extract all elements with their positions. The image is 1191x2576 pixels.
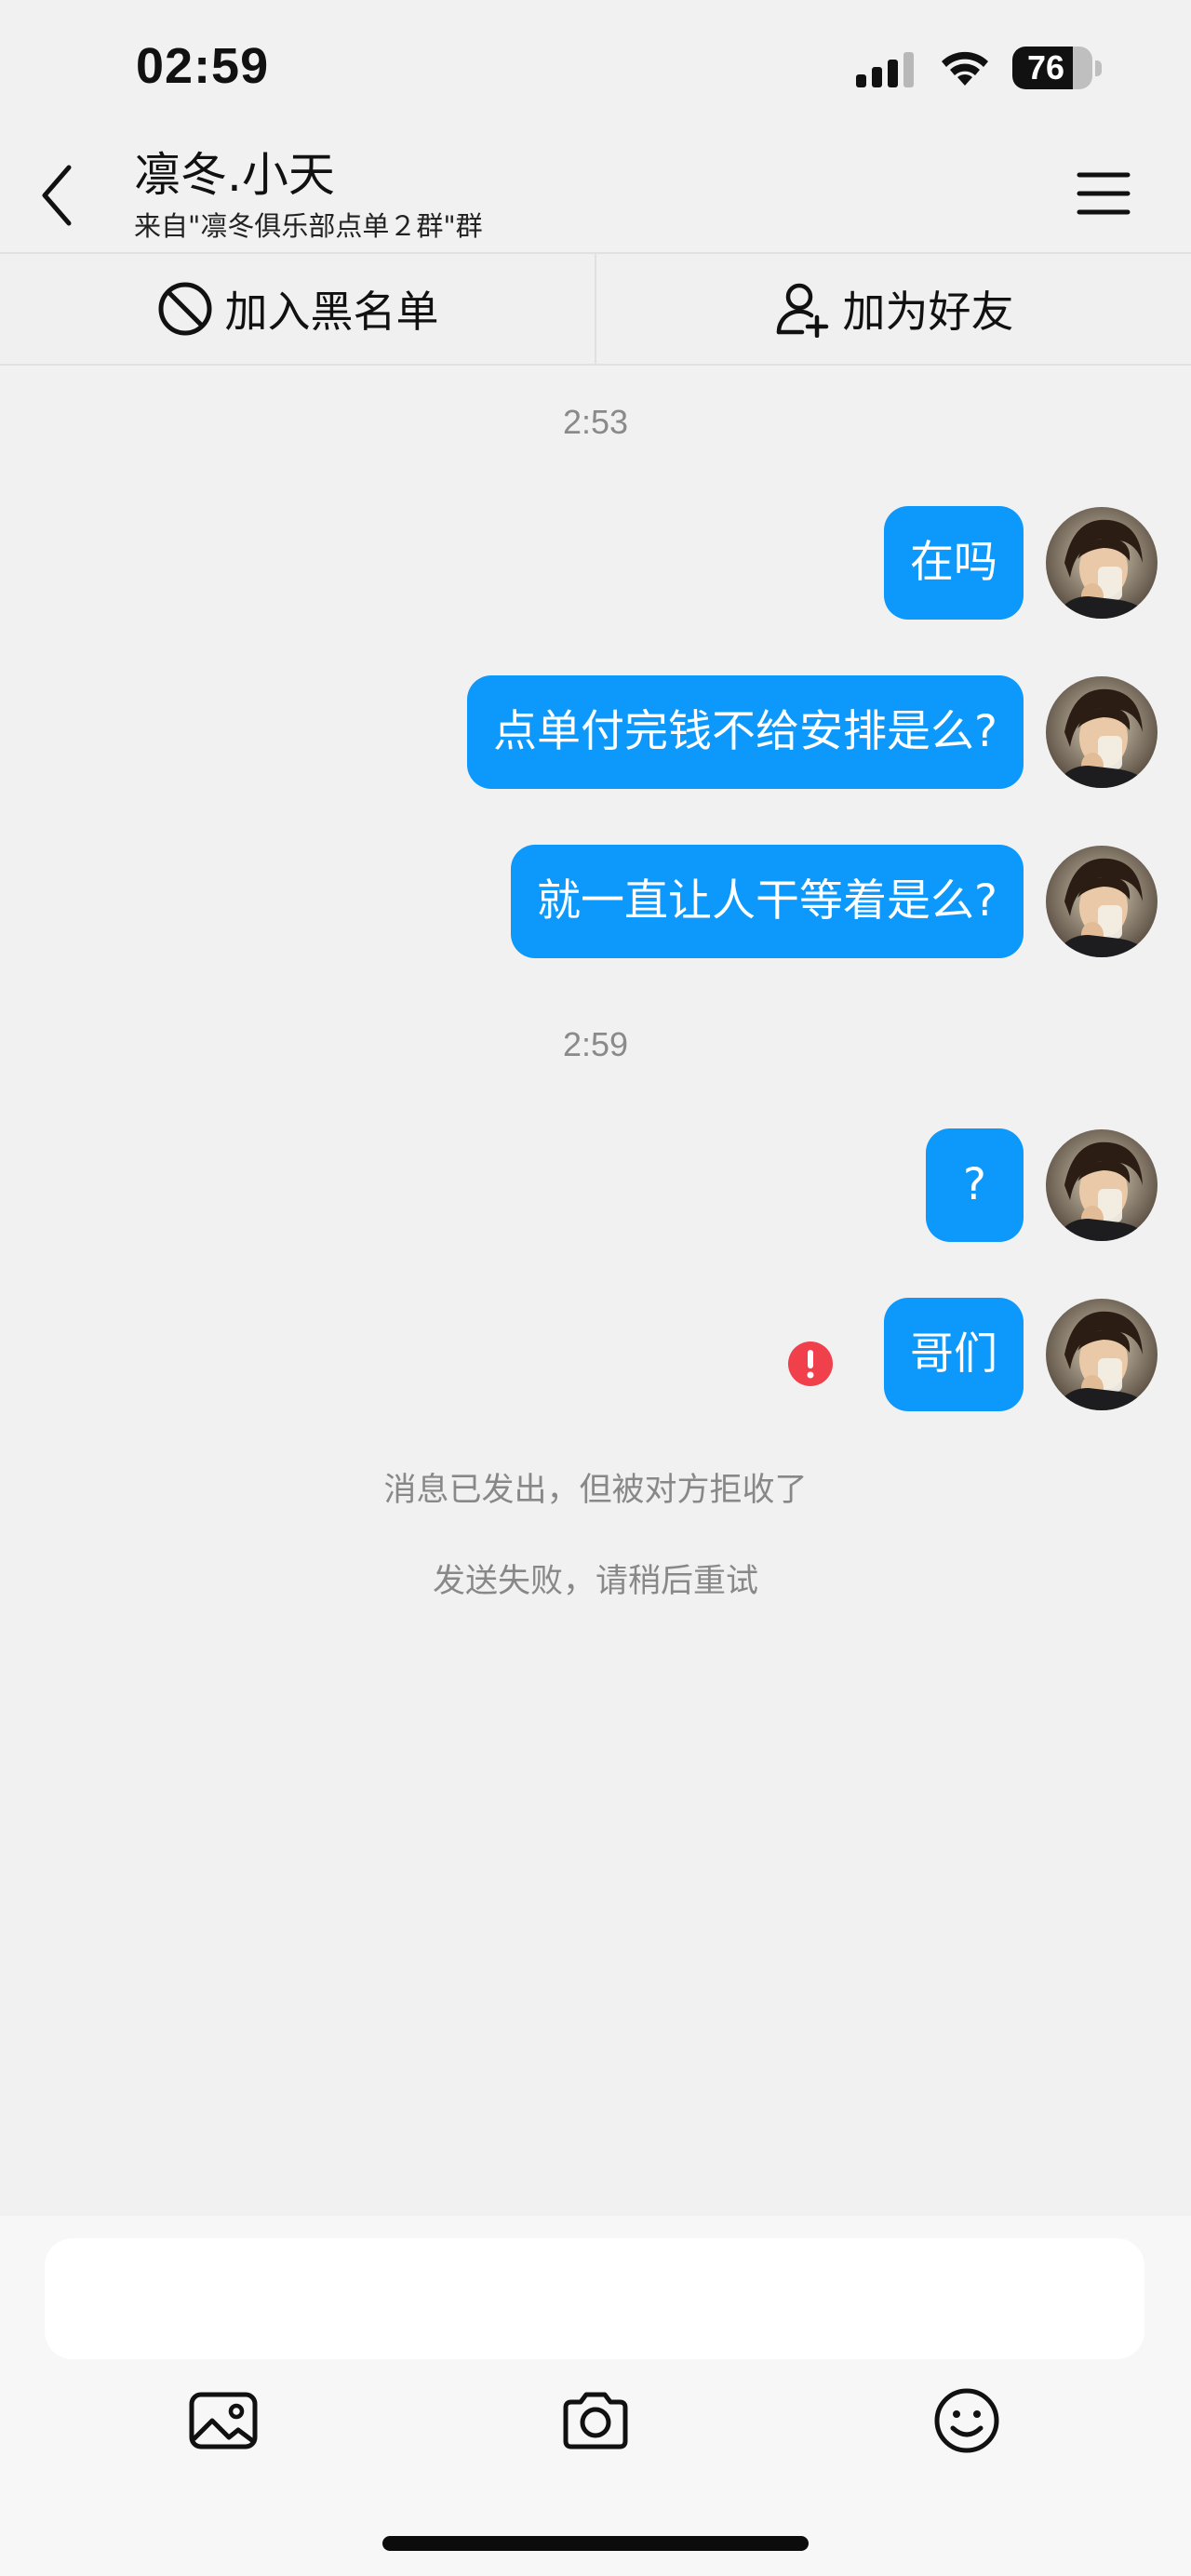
battery-indicator: 76 — [1012, 47, 1102, 91]
status-time: 02:59 — [136, 38, 270, 94]
message-timestamp: 2:59 — [562, 1025, 629, 1063]
battery-level-text: 76 — [1026, 48, 1065, 87]
contact-name[interactable]: 凛冬.小天 — [134, 138, 335, 205]
chat-messages-area[interactable]: 2:53 在吗 点单付完钱不给安排是么? 就一直让人干等着是么? 2:59 ? … — [0, 364, 1191, 2215]
contact-source-group: 来自"凛冬俱乐部点单２群"群 — [134, 210, 483, 242]
composer-area — [0, 2216, 1191, 2576]
user-avatar[interactable] — [1046, 676, 1158, 788]
menu-button[interactable] — [1070, 166, 1135, 221]
user-avatar[interactable] — [1046, 846, 1158, 957]
block-icon — [158, 282, 211, 336]
camera-icon — [563, 2392, 628, 2449]
stranger-action-bar: 加入黑名单 加为好友 — [0, 252, 1191, 366]
add-to-blacklist-label: 加入黑名单 — [224, 287, 439, 337]
message-bubble[interactable]: 就一直让人干等着是么? — [511, 845, 1024, 958]
system-notice-rejected: 消息已发出，但被对方拒收了 — [383, 1472, 808, 1509]
user-avatar[interactable] — [1046, 1299, 1158, 1410]
message-bubble[interactable]: 在吗 — [884, 506, 1024, 620]
emoji-icon — [934, 2388, 999, 2453]
image-icon — [189, 2392, 258, 2449]
status-bar: 02:59 76 — [0, 0, 1191, 140]
send-failed-icon[interactable] — [787, 1341, 834, 1387]
add-friend-button[interactable]: 加为好友 — [596, 254, 1191, 364]
message-row: 在吗 — [884, 506, 1158, 620]
chat-header: 凛冬.小天 来自"凛冬俱乐部点单２群"群 — [0, 121, 1191, 251]
message-bubble[interactable]: ? — [926, 1128, 1024, 1242]
camera-button[interactable] — [558, 2383, 633, 2458]
back-chevron-icon — [42, 165, 72, 226]
message-bubble[interactable]: 哥们 — [884, 1298, 1024, 1411]
add-to-blacklist-button[interactable]: 加入黑名单 — [0, 254, 595, 364]
system-notice-send-failed: 发送失败，请稍后重试 — [432, 1563, 758, 1600]
user-avatar[interactable] — [1046, 507, 1158, 619]
back-button[interactable] — [28, 158, 93, 233]
message-input[interactable] — [45, 2238, 1144, 2359]
message-row-failed: 哥们 — [787, 1298, 1158, 1411]
message-row: 点单付完钱不给安排是么? — [467, 675, 1158, 789]
message-row: ? — [926, 1128, 1158, 1242]
message-timestamp: 2:53 — [562, 403, 629, 441]
send-image-button[interactable] — [186, 2383, 261, 2458]
home-indicator[interactable] — [382, 2536, 809, 2551]
wifi-icon — [942, 51, 988, 86]
message-row: 就一直让人干等着是么? — [511, 845, 1158, 958]
menu-icon — [1077, 172, 1131, 215]
add-friend-label: 加为好友 — [842, 287, 1014, 337]
add-user-icon — [776, 283, 828, 338]
message-bubble[interactable]: 点单付完钱不给安排是么? — [467, 675, 1024, 789]
user-avatar[interactable] — [1046, 1129, 1158, 1241]
cellular-signal-icon — [856, 52, 914, 87]
emoji-button[interactable] — [930, 2383, 1004, 2458]
